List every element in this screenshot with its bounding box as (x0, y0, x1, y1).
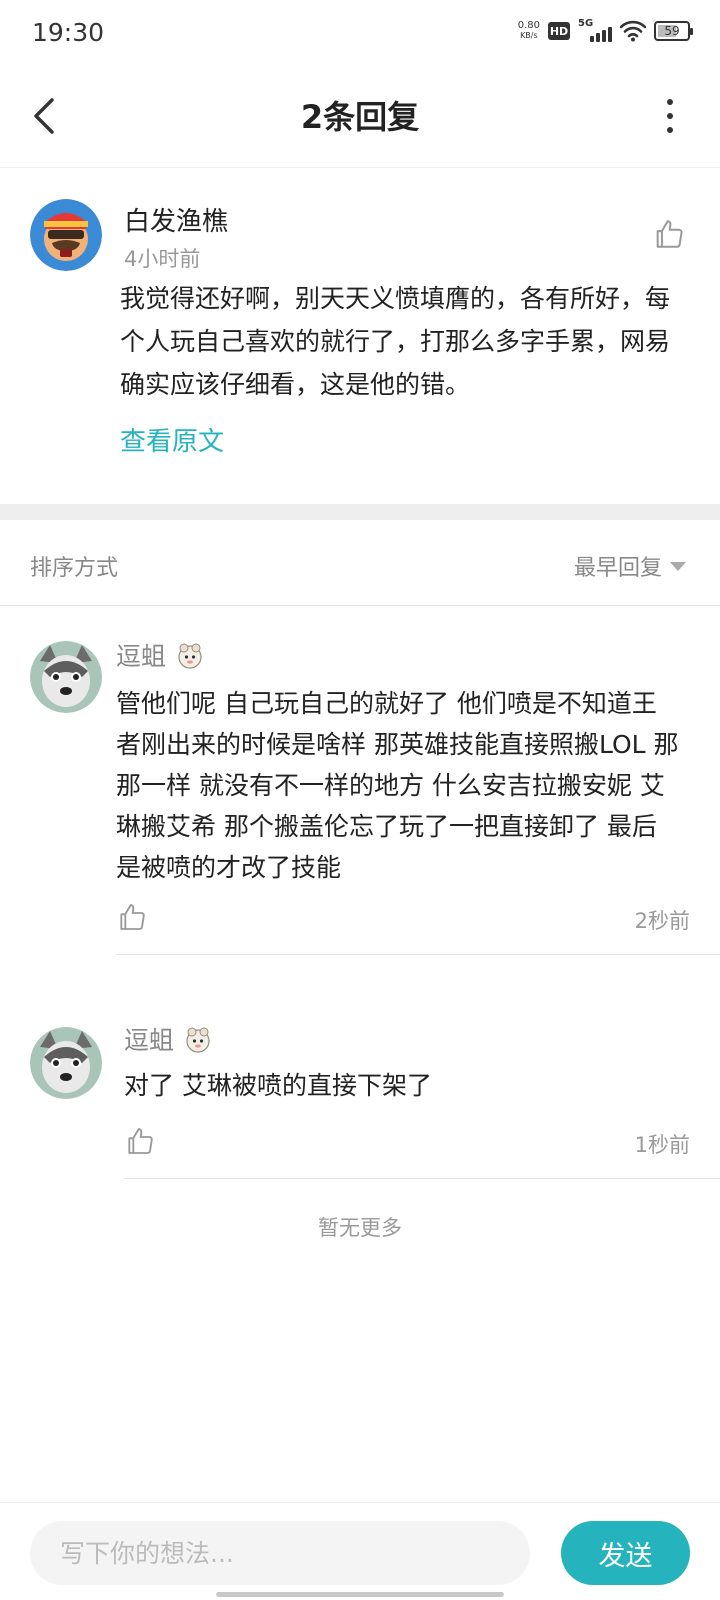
status-icons: 0.80 KB/s HD 5G 59 (517, 18, 693, 42)
reply-item: 逗蛆 对了 艾琳被喷的直接下架了 1秒前 (0, 955, 720, 1184)
page-title: 2条回复 (300, 98, 420, 136)
avatar[interactable] (30, 641, 102, 713)
main-comment: 白发渔樵 4小时前 我觉得还好啊，别天天义愤填膺的，各有所好，每个人玩自己喜欢的… (0, 169, 720, 504)
sort-dropdown[interactable]: 最早回复 (574, 550, 686, 582)
like-button[interactable] (124, 1125, 156, 1157)
comment-input[interactable] (30, 1521, 530, 1585)
reply-time: 2秒前 (634, 909, 690, 933)
no-more-text: 暂无更多 (318, 1216, 402, 1240)
header: 2条回复 (0, 68, 720, 168)
thumbs-up-icon (656, 220, 683, 248)
comment-bar: 发送 (0, 1502, 720, 1600)
divider (124, 1178, 720, 1179)
reply-item: 逗蛆 管他们呢 自己玩自己的就好了 他们喷是不知道王者刚出来的时候是啥样 那英雄… (0, 607, 720, 955)
reply-content: 对了 艾琳被喷的直接下架了 (124, 1071, 432, 1100)
author-name[interactable]: 逗蛆 (124, 1021, 174, 1057)
home-indicator[interactable] (216, 1592, 504, 1597)
more-vertical-icon (667, 99, 673, 105)
thumbs-up-icon (128, 1128, 153, 1154)
hd-icon: HD (548, 22, 570, 40)
network-speed: 0.80 KB/s (517, 20, 540, 41)
comment-time: 4小时前 (124, 247, 201, 271)
avatar[interactable] (30, 199, 102, 271)
wifi-icon (620, 20, 646, 42)
thumbs-up-icon (120, 904, 145, 930)
like-button[interactable] (652, 217, 686, 251)
sort-selected-value: 最早回复 (573, 556, 662, 581)
send-button[interactable]: 发送 (561, 1521, 690, 1585)
more-button[interactable] (662, 96, 678, 136)
section-divider (0, 504, 720, 520)
reply-author-row: 逗蛆 (116, 637, 206, 673)
cellular-signal-icon: 5G (578, 18, 612, 42)
sort-label: 排序方式 (30, 556, 119, 581)
status-time: 19:30 (32, 18, 105, 47)
sheep-badge-icon (178, 643, 202, 669)
avatar[interactable] (30, 1027, 102, 1099)
sort-bar: 排序方式 最早回复 (0, 520, 720, 606)
author-name[interactable]: 白发渔樵 (124, 201, 228, 238)
caret-down-icon (670, 561, 686, 571)
comment-content: 我觉得还好啊，别天天义愤填膺的，各有所好，每个人玩自己喜欢的就行了，打那么多字手… (120, 284, 671, 399)
reply-author-row: 逗蛆 (124, 1021, 214, 1057)
like-button[interactable] (116, 901, 148, 933)
view-original-link[interactable]: 查看原文 (120, 421, 224, 458)
reply-time: 1秒前 (634, 1133, 690, 1157)
author-name[interactable]: 逗蛆 (116, 637, 166, 673)
battery-icon: 59 (654, 21, 693, 41)
reply-content: 管他们呢 自己玩自己的就好了 他们喷是不知道王者刚出来的时候是啥样 那英雄技能直… (116, 689, 679, 882)
status-bar: 19:30 0.80 KB/s HD 5G 59 (0, 0, 720, 68)
sheep-badge-icon (186, 1027, 210, 1053)
